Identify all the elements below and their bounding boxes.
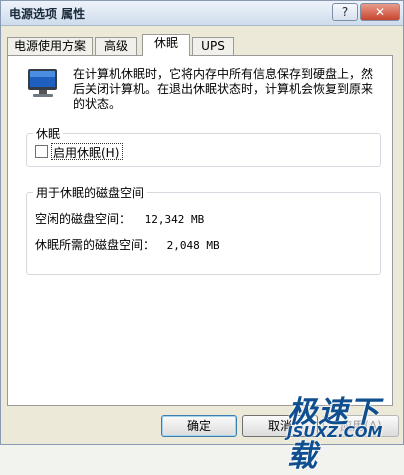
tab-power-schemes[interactable]: 电源使用方案 (7, 37, 93, 55)
ok-button-label: 确定 (186, 419, 211, 433)
help-button[interactable]: ? (332, 3, 358, 21)
tab-label: 休眠 (153, 36, 178, 50)
hibernate-group-title: 休眠 (33, 125, 64, 142)
needed-space-row: 休眠所需的磁盘空间： 2,048 MB (35, 236, 220, 253)
needed-space-value: 2,048 MB (166, 239, 220, 252)
properties-dialog: 电源选项 属性 ? ✕ 电源使用方案 高级 休眠 UPS 在计算机休眠时，它将内… (0, 0, 404, 474)
monitor-icon (28, 69, 57, 97)
close-button[interactable]: ✕ (360, 3, 400, 21)
free-space-value: 12,342 MB (144, 213, 205, 226)
site-watermark-logo: 极速下载 JSUXZ.COM (283, 387, 403, 474)
disk-space-group: 用于休眠的磁盘空间 空闲的磁盘空间： 12,342 MB 休眠所需的磁盘空间： … (26, 184, 381, 275)
tab-label: UPS (201, 39, 225, 53)
tab-advanced[interactable]: 高级 (95, 37, 137, 55)
enable-hibernate-label: 启用休眠(H) (53, 146, 120, 160)
free-space-row: 空闲的磁盘空间： 12,342 MB (35, 210, 204, 227)
tab-label: 高级 (103, 39, 128, 53)
enable-hibernate-checkbox[interactable] (35, 145, 48, 158)
title-bar: 电源选项 属性 ? ✕ (1, 1, 403, 26)
disk-space-group-title: 用于休眠的磁盘空间 (33, 184, 148, 201)
free-space-label: 空闲的磁盘空间： (35, 212, 132, 226)
window-title: 电源选项 属性 (9, 7, 86, 21)
tab-label: 电源使用方案 (13, 39, 86, 53)
needed-space-label: 休眠所需的磁盘空间： (35, 238, 156, 252)
ok-button[interactable]: 确定 (161, 415, 237, 437)
tab-ups[interactable]: UPS (192, 37, 234, 55)
help-icon: ? (341, 5, 349, 19)
hibernate-description: 在计算机休眠时，它将内存中所有信息保存到硬盘上，然后关闭计算机。在退出休眠状态时… (73, 67, 374, 111)
watermark-sub-text: JSUXZ.COM (287, 423, 383, 441)
hibernate-group: 休眠 启用休眠(H) (26, 125, 381, 167)
tab-hibernate[interactable]: 休眠 (142, 34, 190, 56)
hibernate-panel: 在计算机休眠时，它将内存中所有信息保存到硬盘上，然后关闭计算机。在退出休眠状态时… (7, 55, 393, 406)
close-icon: ✕ (374, 5, 386, 19)
